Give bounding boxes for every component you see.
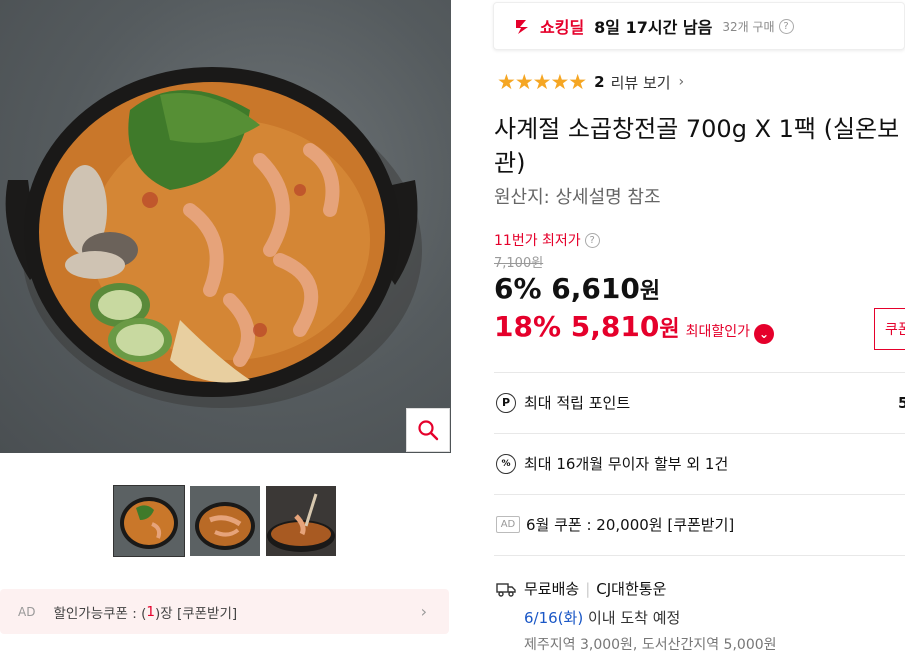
help-icon[interactable]: ? bbox=[584, 232, 600, 248]
hotpot-illustration bbox=[5, 67, 422, 408]
available-coupon-bar[interactable]: AD 할인가능쿠폰 : (1)장 [쿠폰받기] › bbox=[0, 589, 449, 634]
thumbnail-2[interactable] bbox=[190, 486, 260, 556]
installment-row[interactable]: % 최대 16개월 무이자 할부 외 1건 bbox=[496, 453, 728, 474]
original-price: 7,100원 bbox=[494, 256, 544, 271]
chevron-right-icon: › bbox=[678, 74, 685, 90]
magnifier-icon bbox=[418, 420, 439, 441]
product-title: 사계절 소곱창전골 700g X 1팩 (실온보관) bbox=[494, 115, 900, 177]
lowest-price-text: 11번가 최저가 bbox=[494, 233, 581, 249]
arrival-estimate: 6/16(화) 이내 도착 예정 bbox=[524, 607, 680, 628]
thumbnail-image bbox=[266, 486, 336, 556]
max-discount-price: 18% 5,810 원 최대할인가 ⌄ bbox=[494, 310, 774, 344]
zoom-button[interactable] bbox=[406, 408, 450, 452]
thumbnail-1[interactable] bbox=[113, 485, 185, 557]
deal-time-left: 8일 17시간 남음 bbox=[594, 18, 713, 37]
divider bbox=[494, 372, 905, 373]
extra-shipping-fee: 제주지역 3,000원, 도서산간지역 5,000원 bbox=[524, 637, 777, 653]
won-unit: 원 bbox=[659, 317, 680, 342]
sale-price-value: 6% 6,610 bbox=[494, 272, 640, 305]
divider bbox=[494, 433, 905, 434]
monthly-coupon-row[interactable]: AD 6월 쿠폰 : 20,000원 [쿠폰받기] bbox=[496, 514, 734, 535]
divider bbox=[494, 555, 905, 556]
shocking-deal-bar: 쇼킹딜 8일 17시간 남음 32개 구매 ? bbox=[493, 2, 905, 50]
points-value: 5 bbox=[898, 394, 905, 412]
max-discount-value: 18% 5,810 bbox=[494, 310, 660, 343]
coupon-text-before: 할인가능쿠폰 : ( bbox=[53, 605, 147, 622]
product-origin: 원산지: 상세설명 참조 bbox=[494, 187, 661, 208]
coupon-button[interactable]: 쿠폰 bbox=[874, 308, 905, 350]
point-icon: P bbox=[496, 392, 516, 413]
divider bbox=[494, 494, 905, 495]
coupon-count: 1 bbox=[146, 603, 155, 620]
shocking-deal-icon bbox=[516, 20, 528, 34]
sale-price: 6% 6,610원 bbox=[494, 272, 660, 305]
lowest-price-label: 11번가 최저가 ? bbox=[494, 230, 600, 250]
won-unit: 원 bbox=[639, 279, 661, 304]
ad-label: AD bbox=[18, 604, 36, 619]
points-label: 최대 적립 포인트 bbox=[524, 394, 631, 412]
shipping-row: 무료배송 | CJ대한통운 bbox=[496, 578, 666, 599]
deal-name: 쇼킹딜 bbox=[540, 18, 585, 37]
points-row[interactable]: P 최대 적립 포인트 bbox=[496, 392, 630, 413]
max-discount-label[interactable]: 최대할인가 bbox=[686, 321, 750, 341]
thumbnail-strip bbox=[113, 485, 336, 557]
installment-text: 최대 16개월 무이자 할부 외 1건 bbox=[524, 455, 729, 473]
arrival-date: 6/16(화) bbox=[524, 609, 584, 627]
deal-sold-count: 32개 구매 bbox=[722, 19, 775, 34]
arrival-text: 이내 도착 예정 bbox=[583, 609, 681, 627]
carrier-name: CJ대한통운 bbox=[596, 580, 667, 598]
review-count: 2 bbox=[594, 73, 605, 91]
separator: | bbox=[585, 579, 591, 598]
thumbnail-image bbox=[190, 486, 260, 556]
product-page: AD 할인가능쿠폰 : (1)장 [쿠폰받기] › 쇼킹딜 8일 17시간 남음… bbox=[0, 0, 905, 663]
star-rating: ★★★★★ bbox=[497, 70, 587, 94]
product-main-image[interactable] bbox=[0, 0, 451, 453]
thumbnail-3[interactable] bbox=[266, 486, 336, 556]
monthly-coupon-text: 6월 쿠폰 : 20,000원 [쿠폰받기] bbox=[526, 516, 735, 534]
percent-icon: % bbox=[496, 453, 516, 474]
free-shipping: 무료배송 bbox=[524, 580, 580, 598]
ad-tag: AD bbox=[496, 516, 520, 533]
chevron-down-icon[interactable]: ⌄ bbox=[754, 324, 774, 344]
chevron-right-icon: › bbox=[420, 602, 427, 621]
coupon-text-after: )장 [쿠폰받기] bbox=[154, 605, 238, 622]
review-link[interactable]: 리뷰 보기 bbox=[611, 72, 671, 93]
truck-icon bbox=[496, 582, 516, 597]
rating-row: ★★★★★ 2 리뷰 보기 › bbox=[497, 70, 684, 94]
thumbnail-image bbox=[114, 486, 184, 556]
help-icon[interactable]: ? bbox=[778, 18, 794, 34]
